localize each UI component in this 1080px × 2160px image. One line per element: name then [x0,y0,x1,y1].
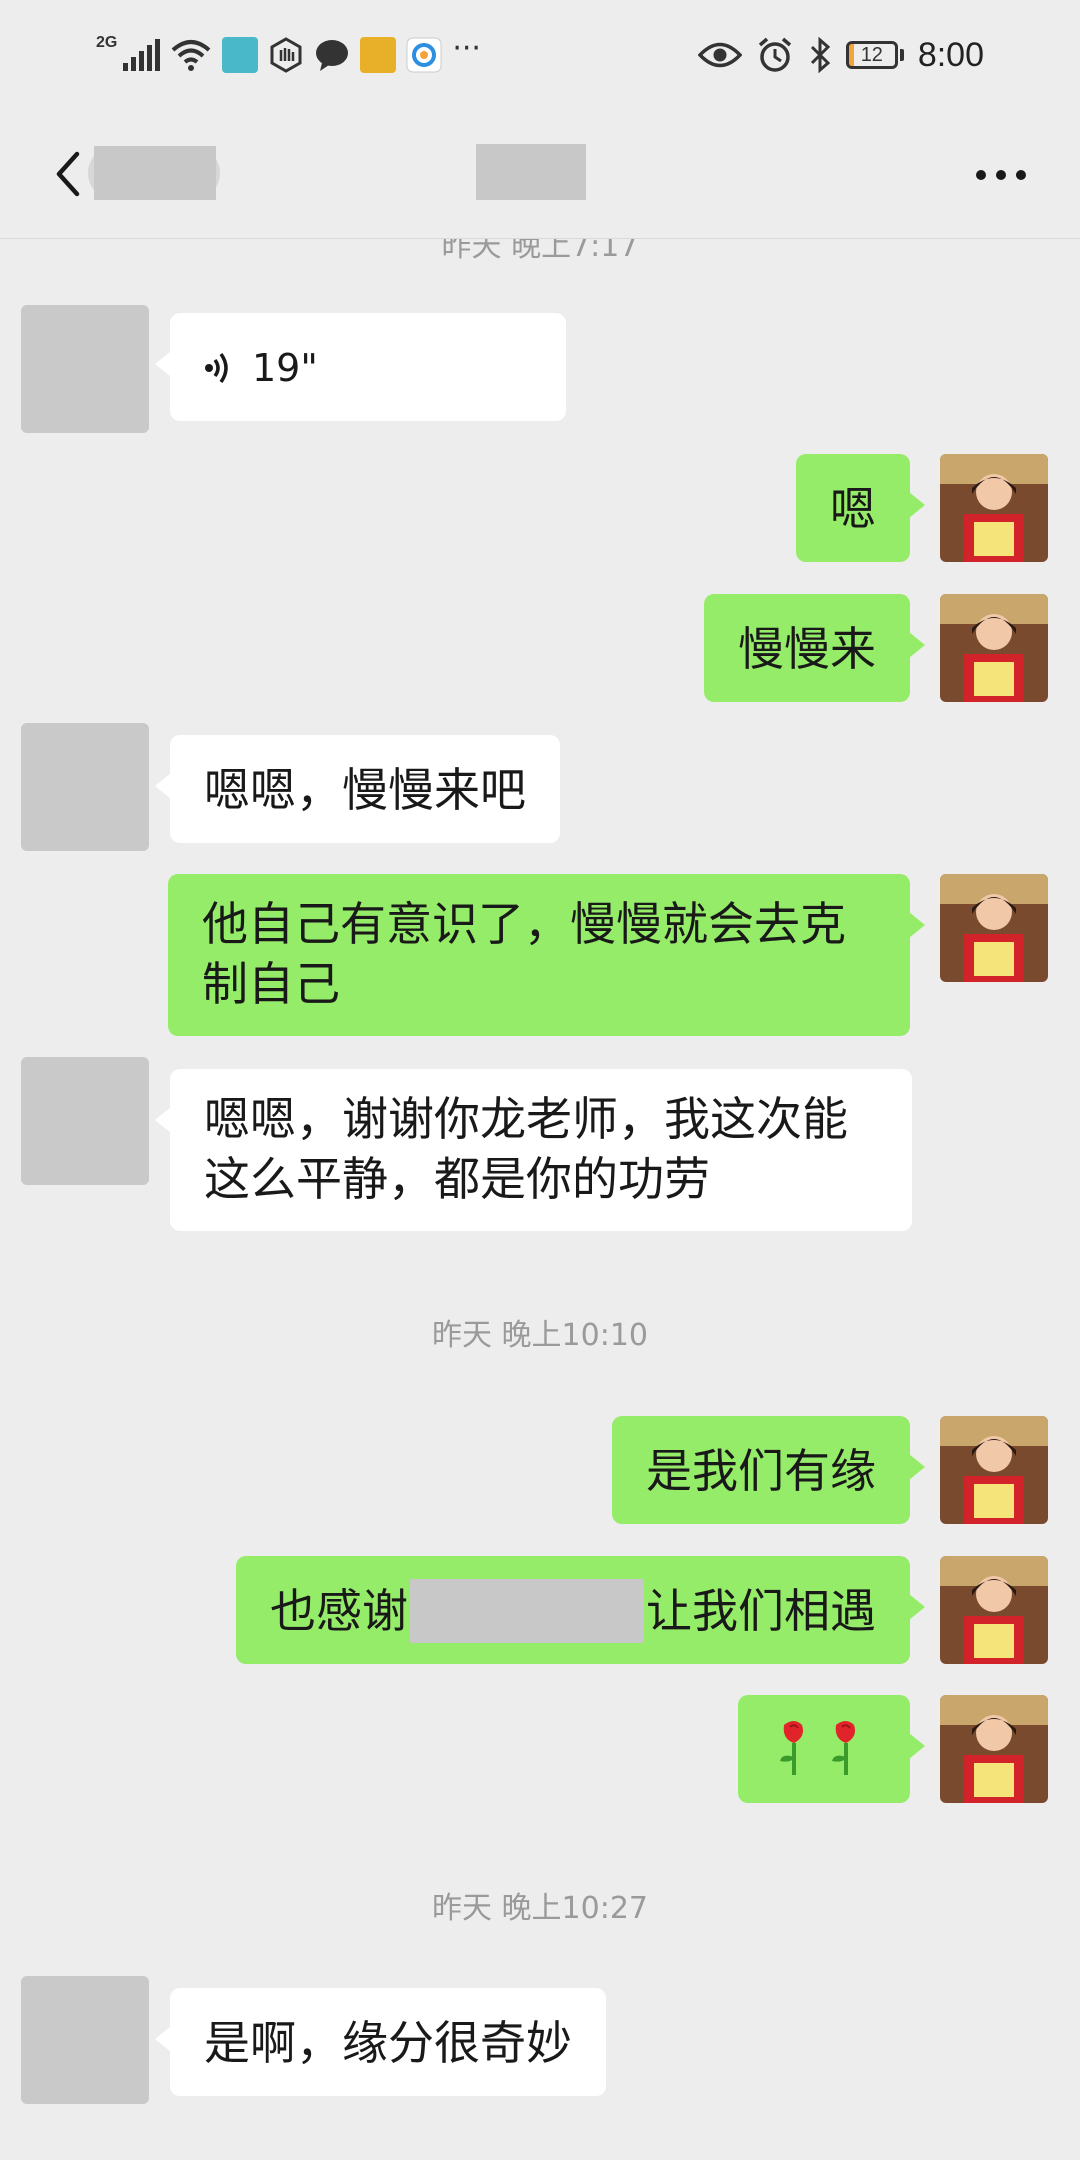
message-outgoing: 也感谢 让我们相遇 [0,1556,1080,1686]
message-bubble[interactable]: 也感谢 让我们相遇 [236,1556,925,1664]
message-text-part-2: 让我们相遇 [646,1584,876,1638]
message-outgoing: 慢慢来 [0,594,1080,724]
voice-message-bubble[interactable]: 19" [155,313,566,421]
redacted-chat-title [476,144,586,200]
chat-bubble-icon [316,40,349,71]
message-bubble[interactable]: 嗯 [796,454,925,562]
status-right: 12 8:00 [697,30,984,80]
avatar-photo-icon [940,594,1048,702]
my-avatar[interactable] [940,594,1048,702]
message-incoming: 是啊，缘分很奇妙 [0,1976,1080,2116]
avatar-photo-icon [940,874,1048,982]
message-text: 嗯嗯，谢谢你龙老师，我这次能这么平静，都是你的功劳 [204,1092,848,1206]
message-bubble[interactable]: 嗯嗯，谢谢你龙老师，我这次能这么平静，都是你的功劳 [155,1069,912,1231]
message-bubble[interactable]: 是我们有缘 [612,1416,925,1524]
voice-wave-icon [205,352,228,384]
message-text: 嗯嗯，慢慢来吧 [204,763,526,817]
rose-icon [780,1721,855,1775]
chat-message-list[interactable]: 昨天 晚上7:17 19" 嗯 慢慢来 嗯嗯，慢慢来吧 他自己有意识了，慢慢就会… [0,239,1080,2160]
my-avatar[interactable] [940,1556,1048,1664]
contact-avatar[interactable] [21,1057,149,1185]
message-incoming: 嗯嗯，谢谢你龙老师，我这次能这么平静，都是你的功劳 [0,1057,1080,1237]
hand-icon [270,37,302,73]
network-type-label: 2G [96,34,118,51]
message-text: 他自己有意识了，慢慢就会去克制自己 [202,897,846,1011]
battery-fill [848,44,855,66]
message-text: 是我们有缘 [646,1444,876,1498]
timestamp: 昨天 晚上10:10 [432,1318,648,1353]
message-text: 是啊，缘分很奇妙 [204,2016,572,2070]
app-logo-icon [406,37,442,73]
timestamp-clipped: 昨天 晚上7:17 [441,239,639,264]
wifi-icon [172,40,211,71]
contact-avatar[interactable] [21,305,149,433]
my-avatar[interactable] [940,1695,1048,1803]
contact-avatar[interactable] [21,1976,149,2104]
redacted-back-label [94,146,216,200]
contact-avatar[interactable] [21,723,149,851]
status-left: 2G ··· [96,30,481,80]
message-outgoing: 是我们有缘 [0,1416,1080,1546]
my-avatar[interactable] [940,1416,1048,1524]
app-notification-icon-2 [360,37,397,73]
app-notification-icon [222,37,259,73]
message-text: 慢慢来 [738,622,876,676]
bluetooth-icon [810,37,831,73]
message-incoming-voice: 19" [0,305,1080,435]
clock: 8:00 [917,35,984,74]
my-avatar[interactable] [940,874,1048,982]
battery-icon: 12 [845,41,898,69]
my-avatar[interactable] [940,454,1048,562]
chat-header [0,110,1080,239]
message-bubble[interactable]: 他自己有意识了，慢慢就会去克制自己 [168,874,925,1036]
emoji-bubble[interactable]: 🌹🌹 [738,1695,925,1803]
emoji-text: 🌹🌹 [768,1715,771,1775]
battery-cap [899,49,904,61]
message-outgoing-emoji: 🌹🌹 [0,1695,1080,1825]
message-bubble[interactable]: 慢慢来 [704,594,925,702]
voice-duration: 19" [252,346,318,390]
eye-icon [697,42,742,68]
message-text: 嗯 [830,482,876,536]
avatar-photo-icon [940,1556,1048,1664]
signal-icon [123,39,161,71]
message-outgoing: 嗯 [0,454,1080,584]
status-bar: 2G ··· 12 8:00 [0,0,1080,110]
timestamp: 昨天 晚上10:27 [432,1891,648,1926]
avatar-photo-icon [940,1695,1048,1803]
message-outgoing: 他自己有意识了，慢慢就会去克制自己 [0,874,1080,1044]
message-incoming: 嗯嗯，慢慢来吧 [0,723,1080,863]
more-options-button[interactable] [966,150,1036,200]
battery-percent: 12 [860,43,883,66]
avatar-photo-icon [940,1416,1048,1524]
message-bubble[interactable]: 是啊，缘分很奇妙 [155,1988,606,2096]
avatar-photo-icon [940,454,1048,562]
message-text-part-1: 也感谢 [270,1584,408,1638]
more-notifications-indicator: ··· [452,31,481,66]
alarm-icon [758,37,791,72]
chevron-left-icon [56,151,80,197]
redacted-name [410,1578,644,1643]
message-bubble[interactable]: 嗯嗯，慢慢来吧 [155,735,560,843]
more-icon [976,170,1026,180]
